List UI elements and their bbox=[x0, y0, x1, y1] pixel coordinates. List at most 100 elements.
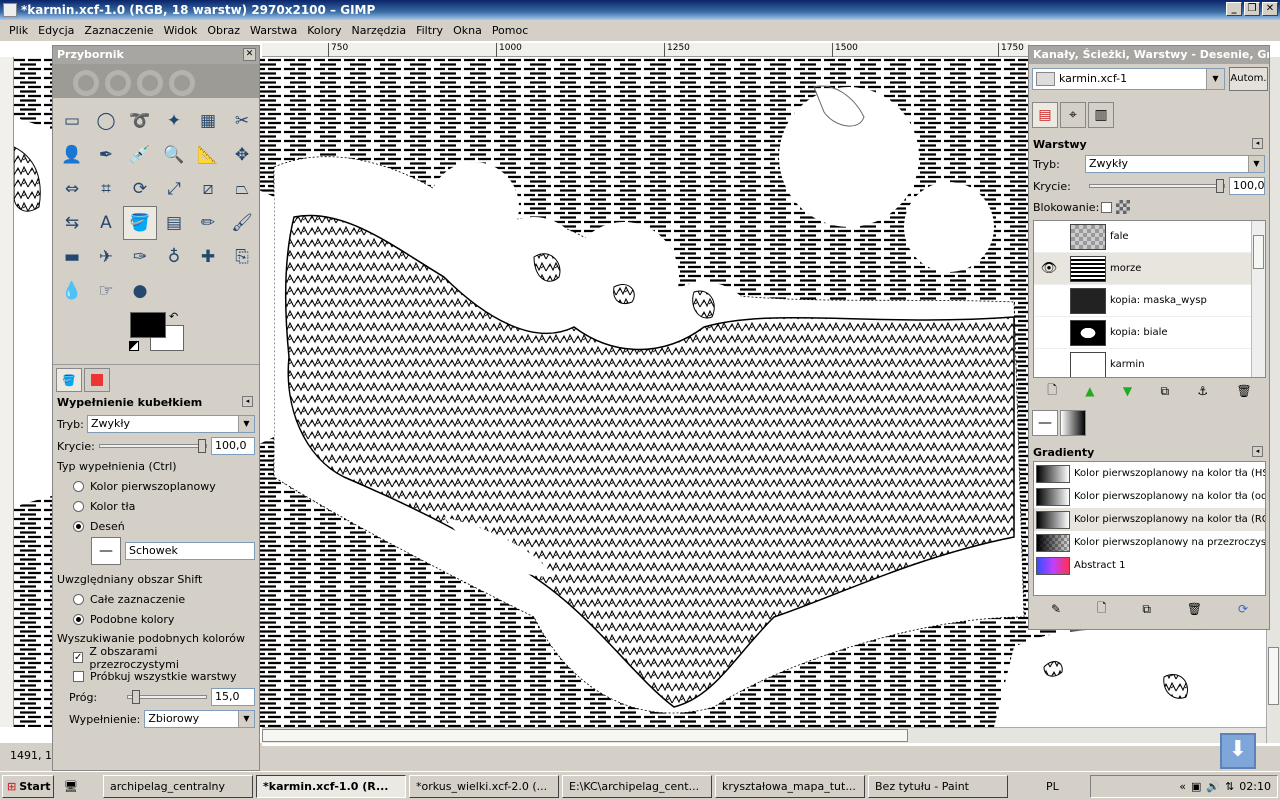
by-color-select-icon[interactable]: ▦ bbox=[191, 104, 225, 138]
mode-select[interactable]: Zwykły ▼ bbox=[87, 415, 255, 433]
navigate-icon[interactable]: ⬇ bbox=[1220, 733, 1256, 769]
scissors-icon[interactable]: ✂ bbox=[225, 104, 259, 138]
maximize-button[interactable]: ❐ bbox=[1244, 2, 1260, 16]
task-orkus[interactable]: *orkus_wielki.xcf-2.0 (... bbox=[409, 774, 559, 798]
toolbox-title-bar[interactable]: Przybornik ✕ bbox=[53, 46, 259, 64]
fill-by-select[interactable]: Zbiorowy ▼ bbox=[144, 710, 255, 728]
horizontal-ruler[interactable]: 750 1000 1250 1500 1750 bbox=[262, 43, 1030, 57]
swap-colors-icon[interactable]: ↶ bbox=[169, 310, 178, 323]
menu-arrow-icon[interactable]: ◂ bbox=[1252, 446, 1263, 457]
menu-widok[interactable]: Widok bbox=[164, 24, 198, 37]
lower-layer-icon[interactable]: ▼ bbox=[1123, 384, 1132, 398]
layer-row[interactable]: karmin bbox=[1034, 349, 1265, 377]
delete-layer-icon[interactable]: 🗑 bbox=[1237, 384, 1252, 398]
task-archipelag[interactable]: archipelag_centralny bbox=[103, 774, 253, 798]
menu-obraz[interactable]: Obraz bbox=[207, 24, 240, 37]
fill-bg-radio[interactable]: Kolor tła bbox=[53, 496, 259, 516]
smudge-icon[interactable]: ☞ bbox=[89, 274, 123, 308]
start-button[interactable]: ⊞ Start bbox=[2, 774, 54, 798]
area-all-radio[interactable]: Całe zaznaczenie bbox=[53, 589, 259, 609]
perspective-clone-icon[interactable]: ⎘ bbox=[225, 240, 259, 274]
duplicate-layer-icon[interactable]: ⧉ bbox=[1160, 384, 1169, 399]
tool-options-tab-icon[interactable]: 🪣 bbox=[56, 368, 82, 392]
sample-merged-checkbox[interactable]: Próbkuj wszystkie warstwy bbox=[53, 667, 259, 686]
pattern-name-field[interactable]: Schowek bbox=[125, 542, 255, 560]
layer-row[interactable]: 👁 morze bbox=[1034, 253, 1265, 285]
color-picker-icon[interactable]: 💉 bbox=[123, 138, 157, 172]
fuzzy-select-icon[interactable]: ✦ bbox=[157, 104, 191, 138]
scale-icon[interactable]: ⤢ bbox=[157, 172, 191, 206]
vertical-ruler[interactable] bbox=[0, 57, 14, 727]
foreground-select-icon[interactable]: 👤 bbox=[55, 138, 89, 172]
device-status-tab-icon[interactable] bbox=[84, 368, 110, 392]
shear-icon[interactable]: ⧄ bbox=[191, 172, 225, 206]
tray-icon[interactable]: « bbox=[1179, 780, 1186, 793]
task-karmin[interactable]: *karmin.xcf-1.0 (R... bbox=[256, 774, 406, 798]
auto-button[interactable]: Autom. bbox=[1229, 67, 1268, 91]
gradient-item[interactable]: Kolor pierwszoplanowy na kolor tła (odci… bbox=[1034, 485, 1265, 508]
gradient-item[interactable]: Kolor pierwszoplanowy na kolor tła (HSV bbox=[1034, 462, 1265, 485]
task-paint[interactable]: Bez tytułu - Paint bbox=[868, 774, 1008, 798]
edit-gradient-icon[interactable]: ✎ bbox=[1051, 602, 1061, 616]
threshold-slider[interactable] bbox=[127, 690, 207, 704]
align-icon[interactable]: ⇔ bbox=[55, 172, 89, 206]
menu-zaznaczenie[interactable]: Zaznaczenie bbox=[84, 24, 153, 37]
blend-icon[interactable]: ▤ bbox=[157, 206, 191, 240]
scrollbar-thumb[interactable] bbox=[1268, 647, 1279, 705]
menu-arrow-icon[interactable]: ◂ bbox=[1252, 138, 1263, 149]
task-explorer[interactable]: E:\KC\archipelag_cent... bbox=[562, 774, 712, 798]
clone-icon[interactable]: ♁ bbox=[157, 240, 191, 274]
tray-icon[interactable]: ▣ bbox=[1191, 780, 1201, 793]
menu-warstwa[interactable]: Warstwa bbox=[250, 24, 297, 37]
menu-arrow-icon[interactable]: ◂ bbox=[242, 396, 253, 407]
blur-icon[interactable]: 💧 bbox=[55, 274, 89, 308]
new-gradient-icon[interactable]: 🗋 bbox=[1097, 599, 1107, 620]
airbrush-icon[interactable]: ✈ bbox=[89, 240, 123, 274]
rotate-icon[interactable]: ⟳ bbox=[123, 172, 157, 206]
image-select[interactable]: karmin.xcf-1 ▼ bbox=[1032, 68, 1225, 90]
threshold-field[interactable]: 15,0 bbox=[211, 688, 255, 706]
crop-icon[interactable]: ⌗ bbox=[89, 172, 123, 206]
eye-icon[interactable]: 👁 bbox=[1034, 261, 1064, 276]
measure-icon[interactable]: 📐 bbox=[191, 138, 225, 172]
opacity-slider[interactable] bbox=[98, 439, 207, 453]
network-icon[interactable]: ⇅ bbox=[1225, 780, 1234, 793]
layer-row[interactable]: kopia: maska_wysp bbox=[1034, 285, 1265, 317]
refresh-gradients-icon[interactable]: ⟳ bbox=[1238, 602, 1248, 616]
tab-gradients-icon[interactable] bbox=[1060, 410, 1086, 436]
pencil-icon[interactable]: ✏ bbox=[191, 206, 225, 240]
layer-opacity-slider[interactable] bbox=[1089, 179, 1225, 193]
desktop-icon[interactable]: 🖥 bbox=[64, 780, 78, 793]
horizontal-scrollbar[interactable] bbox=[262, 727, 1266, 743]
tab-paths-icon[interactable]: ⌖ bbox=[1060, 102, 1086, 128]
tab-layers-icon[interactable]: ▤ bbox=[1032, 102, 1058, 128]
paths-icon[interactable]: ✒ bbox=[89, 138, 123, 172]
layer-row[interactable]: kopia: biale bbox=[1034, 317, 1265, 349]
lasso-icon[interactable]: ➰ bbox=[123, 104, 157, 138]
menu-filtry[interactable]: Filtry bbox=[416, 24, 443, 37]
default-colors-icon[interactable] bbox=[129, 341, 139, 351]
pattern-preview[interactable]: — bbox=[91, 537, 121, 565]
perspective-icon[interactable]: ⏢ bbox=[225, 172, 259, 206]
lock-checkbox[interactable] bbox=[1101, 201, 1113, 213]
paintbrush-icon[interactable]: 🖌 bbox=[225, 206, 259, 240]
gradient-item[interactable]: Kolor pierwszoplanowy na kolor tła (RGB) bbox=[1034, 508, 1265, 531]
rect-select-icon[interactable]: ▭ bbox=[55, 104, 89, 138]
duplicate-gradient-icon[interactable]: ⧉ bbox=[1142, 602, 1151, 617]
gradient-item[interactable]: Kolor pierwszoplanowy na przezroczystość bbox=[1034, 531, 1265, 554]
scrollbar-thumb[interactable] bbox=[262, 729, 908, 742]
menu-edycja[interactable]: Edycja bbox=[38, 24, 74, 37]
delete-gradient-icon[interactable]: 🗑 bbox=[1187, 602, 1202, 616]
layer-opacity-field[interactable]: 100,0 bbox=[1229, 177, 1265, 195]
lock-alpha-icon[interactable] bbox=[1116, 200, 1131, 214]
tab-patterns-icon[interactable]: — bbox=[1032, 410, 1058, 436]
tab-channels-icon[interactable]: ▥ bbox=[1088, 102, 1114, 128]
menu-narzedzia[interactable]: Narzędzia bbox=[351, 24, 406, 37]
close-button[interactable]: ✕ bbox=[1262, 2, 1278, 16]
zoom-icon[interactable]: 🔍 bbox=[157, 138, 191, 172]
menu-kolory[interactable]: Kolory bbox=[307, 24, 341, 37]
dock-title[interactable]: Kanały, Ścieżki, Warstwy - Desenie, Gr..… bbox=[1029, 46, 1269, 64]
new-layer-icon[interactable]: 🗋 bbox=[1047, 381, 1057, 402]
foreground-color[interactable] bbox=[130, 312, 166, 338]
layer-mode-select[interactable]: Zwykły ▼ bbox=[1085, 155, 1265, 173]
